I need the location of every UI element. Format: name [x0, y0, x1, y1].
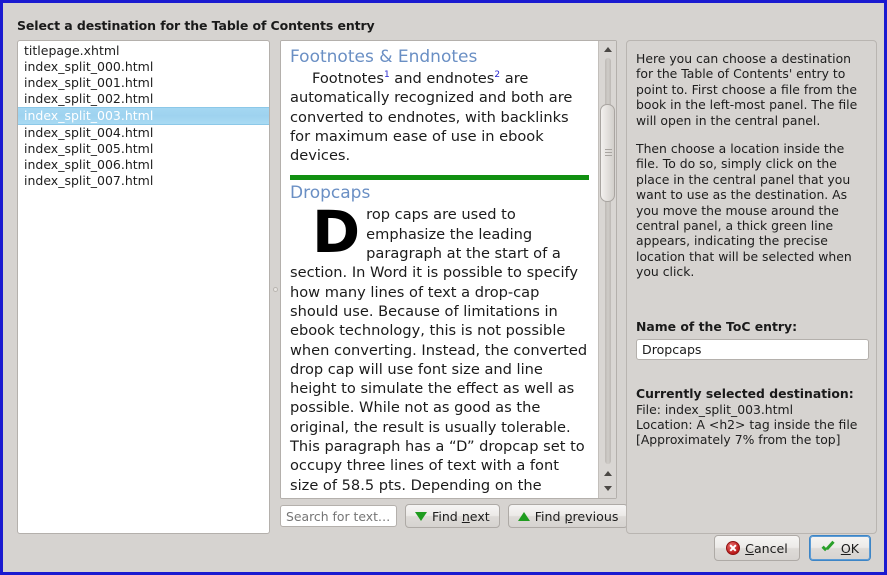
- find-prev-label-b: revious: [572, 508, 619, 524]
- preview-paragraph-footnotes: Footnotes1 and endnotes2 are automatical…: [290, 69, 589, 165]
- dropcap-letter: D: [312, 198, 361, 267]
- destination-approx: [Approximately 7% from the top]: [636, 431, 841, 447]
- checkmark-icon: [821, 542, 836, 555]
- find-prev-mnemonic: p: [564, 508, 573, 524]
- cancel-button[interactable]: Cancel: [714, 535, 800, 561]
- find-toolbar: Find next Find previous: [280, 504, 629, 528]
- scroll-down-icon[interactable]: [599, 481, 616, 496]
- file-list-item-selected[interactable]: index_split_003.html: [18, 107, 269, 125]
- file-list-item[interactable]: index_split_006.html: [18, 157, 269, 173]
- file-list-item[interactable]: titlepage.xhtml: [18, 43, 269, 59]
- cancel-mnemonic: C: [745, 540, 754, 556]
- find-next-label-b: ext: [469, 508, 490, 524]
- scroll-up-icon-bottom[interactable]: [599, 466, 616, 481]
- dialog-window: Select a destination for the Table of Co…: [3, 3, 884, 572]
- preview-scrollbar[interactable]: [598, 41, 616, 498]
- footnotes-text-a: Footnotes: [312, 70, 384, 87]
- file-list-item[interactable]: index_split_002.html: [18, 91, 269, 107]
- close-icon: [726, 541, 741, 555]
- scrollbar-thumb[interactable]: [600, 104, 615, 202]
- help-paragraph-2: Then choose a location inside the file. …: [636, 141, 852, 280]
- destination-location: Location: A <h2> tag inside the file: [636, 416, 858, 432]
- arrow-down-icon: [415, 511, 427, 521]
- search-input[interactable]: [280, 505, 397, 527]
- pane-splitter[interactable]: [271, 40, 280, 534]
- preview-heading-footnotes: Footnotes & Endnotes: [290, 47, 478, 67]
- destination-file: File: index_split_003.html: [636, 401, 794, 417]
- help-paragraph-1: Here you can choose a destination for th…: [636, 51, 858, 128]
- scrollbar-grip-icon: [605, 149, 612, 150]
- preview-paragraph-dropcaps: Drop caps are used to emphasize the lead…: [290, 198, 589, 498]
- find-next-label-a: Find: [432, 508, 462, 524]
- destination-marker-line: [290, 175, 589, 181]
- find-next-button[interactable]: Find next: [405, 504, 500, 528]
- help-panel: Here you can choose a destination for th…: [626, 40, 877, 534]
- ok-button[interactable]: OK: [808, 535, 871, 561]
- find-next-mnemonic: n: [461, 508, 470, 524]
- footnotes-text-b: and endnotes: [389, 70, 495, 87]
- file-list-item[interactable]: index_split_007.html: [18, 173, 269, 189]
- ok-label: K: [850, 540, 859, 556]
- destination-heading: Currently selected destination:: [636, 385, 854, 401]
- cancel-label: ancel: [753, 540, 788, 556]
- file-list-item[interactable]: index_split_005.html: [18, 141, 269, 157]
- find-prev-label-a: Find: [534, 508, 565, 524]
- arrow-up-icon: [517, 511, 530, 521]
- file-list-item[interactable]: index_split_004.html: [18, 125, 269, 141]
- find-previous-button[interactable]: Find previous: [507, 504, 629, 528]
- preview-heading-dropcaps: Dropcaps: [290, 183, 371, 204]
- file-list-item[interactable]: index_split_000.html: [18, 59, 269, 75]
- page-title: Select a destination for the Table of Co…: [17, 18, 375, 33]
- toc-name-label: Name of the ToC entry:: [636, 318, 798, 334]
- ok-mnemonic: O: [840, 540, 851, 556]
- action-bar: Cancel OK: [714, 535, 871, 561]
- file-list-item[interactable]: index_split_001.html: [18, 75, 269, 91]
- toc-name-input[interactable]: [636, 338, 869, 360]
- scroll-up-icon[interactable]: [599, 42, 616, 57]
- preview-document[interactable]: Footnotes & Endnotes Footnotes1 and endn…: [281, 41, 599, 498]
- splitter-grip-dot: [273, 287, 278, 292]
- preview-panel[interactable]: Footnotes & Endnotes Footnotes1 and endn…: [280, 40, 617, 499]
- file-list[interactable]: titlepage.xhtml index_split_000.html index…: [17, 40, 270, 534]
